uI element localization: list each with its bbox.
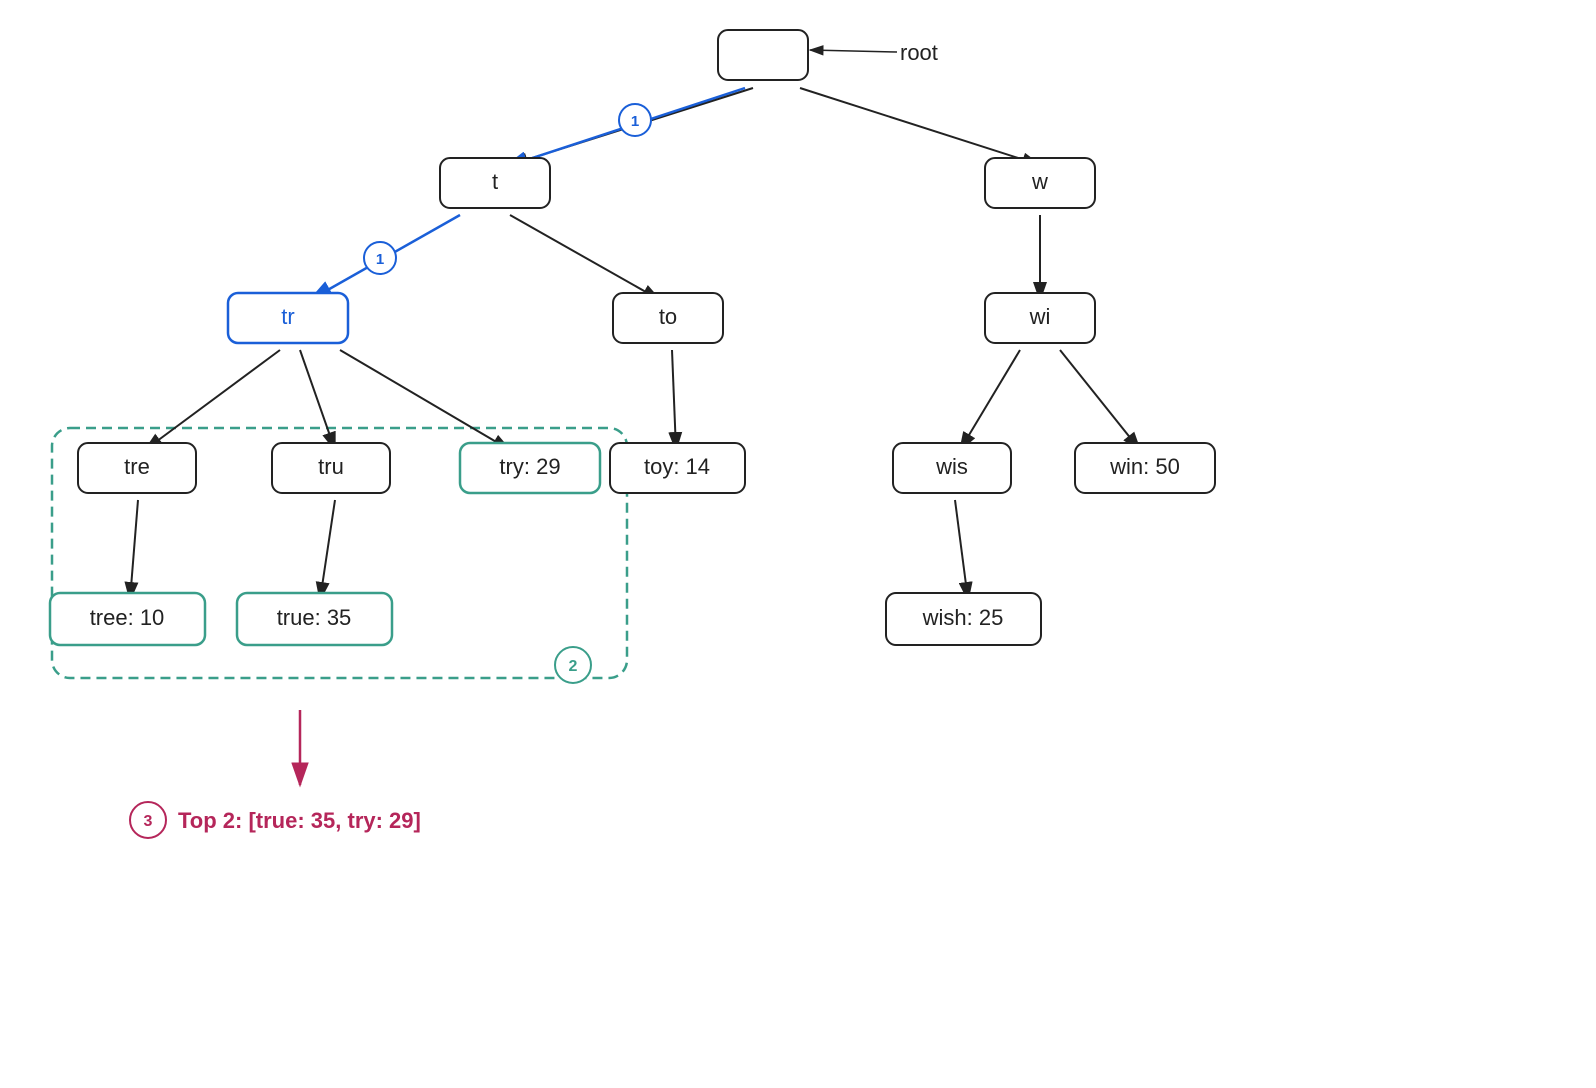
- edge-tr-tru: [300, 350, 335, 450]
- node-tree-label: tree: 10: [90, 605, 165, 630]
- node-toy-label: toy: 14: [644, 454, 710, 479]
- edge-tre-tree: [130, 500, 138, 600]
- edge-tr-tre: [145, 350, 280, 450]
- edge-tru-true: [320, 500, 335, 600]
- node-w-label: w: [1031, 169, 1048, 194]
- step1-label-a: 1: [631, 113, 639, 130]
- node-wi-label: wi: [1029, 304, 1051, 329]
- node-wis-label: wis: [935, 454, 968, 479]
- step2-label: 2: [569, 658, 578, 675]
- node-t-label: t: [492, 169, 498, 194]
- result-text: Top 2: [true: 35, try: 29]: [178, 808, 421, 833]
- edge-root-w: [800, 88, 1040, 165]
- node-win-label: win: 50: [1109, 454, 1180, 479]
- node-tru-label: tru: [318, 454, 344, 479]
- root-label: root: [900, 40, 938, 65]
- edge-tr-try: [340, 350, 510, 450]
- node-tre-label: tre: [124, 454, 150, 479]
- root-label-arrow: [810, 50, 897, 52]
- node-tr-label: tr: [281, 304, 294, 329]
- edge-to-toy: [672, 350, 676, 450]
- edge-t-to: [510, 215, 660, 300]
- edge-wis-wish: [955, 500, 968, 600]
- node-to-label: to: [659, 304, 677, 329]
- node-wish-label: wish: 25: [922, 605, 1004, 630]
- node-try-label: try: 29: [499, 454, 560, 479]
- node-root: [718, 30, 808, 80]
- step3-label: 3: [144, 813, 153, 830]
- step1-label-b: 1: [376, 251, 384, 268]
- edge-wi-wis: [960, 350, 1020, 450]
- node-true-label: true: 35: [277, 605, 352, 630]
- edge-wi-win: [1060, 350, 1140, 450]
